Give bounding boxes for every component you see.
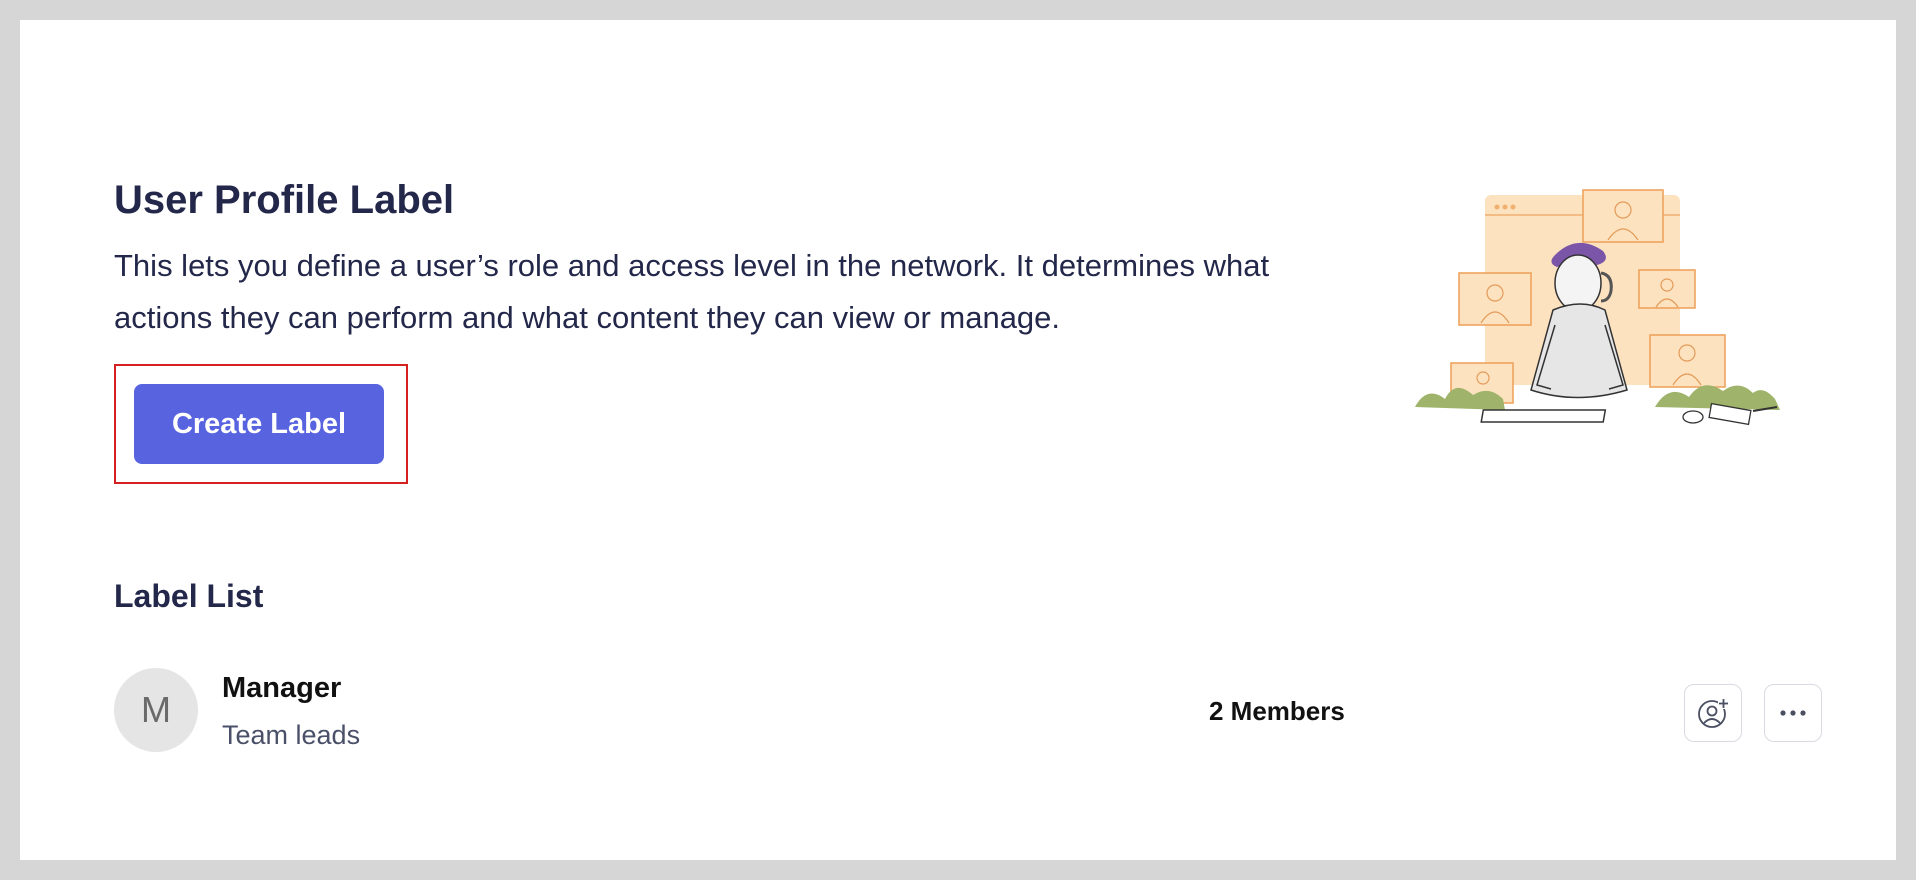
label-list-title: Label List — [114, 578, 264, 614]
label-name: Manager — [222, 672, 342, 704]
create-label-button[interactable]: Create Label — [134, 384, 384, 464]
main-card: User Profile Label This lets you define … — [20, 20, 1896, 860]
label-subtitle: Team leads — [222, 720, 361, 750]
label-list-item[interactable]: M Manager Team leads 2 Members — [114, 650, 1824, 760]
illustration — [1415, 189, 1780, 426]
add-user-icon — [1698, 698, 1729, 728]
page-description: This lets you define a user’s role and a… — [114, 248, 1270, 335]
more-options-button[interactable] — [1764, 684, 1822, 742]
more-icon — [1780, 710, 1806, 716]
page-title: User Profile Label — [114, 178, 455, 222]
add-user-button[interactable] — [1684, 684, 1742, 742]
members-count: 2 Members — [1209, 696, 1345, 726]
avatar: M — [114, 668, 198, 752]
